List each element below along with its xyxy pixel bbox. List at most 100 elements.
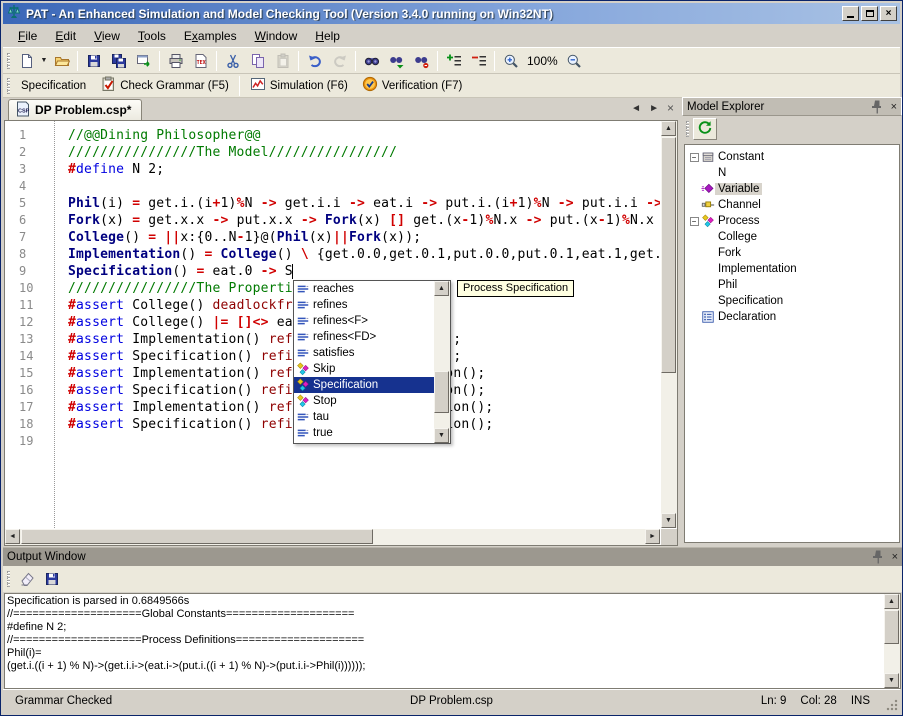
new-dropdown-icon[interactable]: ▼	[39, 49, 49, 72]
close-button[interactable]: ×	[880, 6, 897, 21]
code-line: Implementation() = College() \ {get.0.0,…	[68, 246, 660, 263]
check-grammar-button[interactable]: Check Grammar (F5)	[93, 75, 236, 96]
output-text-panel[interactable]: Specification is parsed in 0.6849566s//=…	[4, 593, 901, 689]
keyword-icon	[296, 313, 310, 329]
save-all-button[interactable]	[106, 49, 131, 72]
menu-view[interactable]: View	[85, 26, 129, 46]
popup-scroll-up-icon[interactable]: ▲	[434, 281, 449, 296]
autocomplete-item[interactable]: refines<F>	[294, 313, 434, 329]
tab-scroll-left-icon[interactable]: ◄	[631, 103, 641, 114]
menu-window[interactable]: Window	[246, 26, 307, 46]
output-scroll-thumb[interactable]	[884, 610, 899, 644]
tree-item-college[interactable]: College	[687, 229, 899, 245]
autocomplete-item[interactable]: Skip	[294, 361, 434, 377]
pin-icon[interactable]	[869, 99, 885, 115]
zoom-in-button[interactable]	[498, 49, 523, 72]
simulation-button[interactable]: Simulation (F6)	[243, 75, 355, 96]
vscroll-thumb[interactable]	[661, 137, 676, 373]
tree-item-fork[interactable]: Fork	[687, 245, 899, 261]
output-scroll-up-icon[interactable]: ▲	[884, 594, 899, 609]
autocomplete-item-label: Skip	[313, 363, 335, 375]
specification-button[interactable]: Specification	[14, 75, 93, 96]
tree-item-channel[interactable]: Channel	[687, 197, 899, 213]
tab-scroll-right-icon[interactable]: ►	[649, 103, 659, 114]
minimize-button[interactable]	[842, 6, 859, 21]
popup-scrollbar[interactable]: ▲ ▼	[434, 281, 450, 443]
output-pin-icon[interactable]	[870, 549, 886, 565]
autocomplete-item-selected[interactable]: Specification	[294, 377, 434, 393]
line-number: 3	[19, 161, 54, 178]
editor-vertical-scrollbar[interactable]: ▲ ▼	[661, 121, 677, 528]
open-button[interactable]	[49, 49, 74, 72]
tree-item-label: Declaration	[715, 311, 779, 323]
indent-button[interactable]	[441, 49, 466, 72]
output-close-icon[interactable]: ×	[892, 551, 898, 563]
popup-scroll-down-icon[interactable]: ▼	[434, 428, 449, 443]
autocomplete-item[interactable]: refines<FD>	[294, 329, 434, 345]
latex-export-button[interactable]: TEX	[188, 49, 213, 72]
find-button[interactable]	[359, 49, 384, 72]
output-line: Phil(i)=	[7, 647, 883, 660]
tree-item-n[interactable]: N	[687, 165, 899, 181]
menu-tools[interactable]: Tools	[129, 26, 175, 46]
scroll-left-icon[interactable]: ◄	[5, 529, 20, 544]
pat-logo-icon	[6, 4, 22, 23]
open-folder-icon	[54, 53, 70, 69]
autocomplete-item[interactable]: reaches	[294, 281, 434, 297]
refresh-button[interactable]	[693, 118, 717, 140]
copy-button[interactable]	[245, 49, 270, 72]
resize-grip[interactable]	[885, 698, 898, 711]
menu-examples[interactable]: Examples	[175, 26, 246, 46]
new-button[interactable]	[14, 49, 39, 72]
tab-close-icon[interactable]: ×	[667, 101, 674, 115]
document-tab[interactable]: CSP DP Problem.csp*	[8, 99, 142, 120]
close-icon[interactable]: ×	[891, 101, 897, 113]
autocomplete-item[interactable]: tau	[294, 409, 434, 425]
hscroll-thumb[interactable]	[21, 529, 373, 544]
menu-file[interactable]: File	[9, 26, 46, 46]
menu-help[interactable]: Help	[306, 26, 349, 46]
autocomplete-item[interactable]: Stop	[294, 393, 434, 409]
tree-item-specification[interactable]: Specification	[687, 293, 899, 309]
tree-item-process[interactable]: −Process	[687, 213, 899, 229]
model-explorer-header: Model Explorer ×	[682, 97, 902, 116]
output-line: Fork(x)=	[7, 686, 883, 687]
tree-collapse-icon[interactable]: −	[690, 153, 699, 162]
export-view-button[interactable]	[131, 49, 156, 72]
tree-collapse-icon[interactable]: −	[690, 217, 699, 226]
scroll-down-icon[interactable]: ▼	[661, 513, 676, 528]
tree-item-variable[interactable]: Variable	[687, 181, 899, 197]
scroll-right-icon[interactable]: ►	[645, 529, 660, 544]
undo-button[interactable]	[302, 49, 327, 72]
variable-icon	[701, 181, 715, 197]
save-output-button[interactable]	[39, 568, 64, 591]
tree-item-constant[interactable]: −Constant	[687, 149, 899, 165]
tree-item-declaration[interactable]: Declaration	[687, 309, 899, 325]
replace-button[interactable]	[409, 49, 434, 72]
autocomplete-item[interactable]: refines	[294, 297, 434, 313]
outdent-button[interactable]	[466, 49, 491, 72]
status-line: Ln: 9	[761, 695, 787, 707]
redo-button	[327, 49, 352, 72]
tree-item-implementation[interactable]: Implementation	[687, 261, 899, 277]
autocomplete-item[interactable]: true	[294, 425, 434, 441]
popup-scroll-thumb[interactable]	[434, 371, 449, 413]
menu-edit[interactable]: Edit	[46, 26, 85, 46]
maximize-button[interactable]	[861, 6, 878, 21]
tree-item-phil[interactable]: Phil	[687, 277, 899, 293]
find-next-button[interactable]	[384, 49, 409, 72]
output-scroll-down-icon[interactable]: ▼	[884, 673, 899, 688]
scroll-up-icon[interactable]: ▲	[661, 121, 676, 136]
autocomplete-item-label: refines<FD>	[313, 331, 376, 343]
refresh-icon	[697, 120, 713, 139]
output-text: Specification is parsed in 0.6849566s//=…	[7, 595, 883, 687]
print-button[interactable]	[163, 49, 188, 72]
output-scrollbar[interactable]: ▲ ▼	[884, 594, 900, 688]
clear-button[interactable]	[14, 568, 39, 591]
verification-button[interactable]: Verification (F7)	[355, 75, 470, 96]
cut-button[interactable]	[220, 49, 245, 72]
autocomplete-item[interactable]: satisfies	[294, 345, 434, 361]
editor-horizontal-scrollbar[interactable]: ◄ ►	[5, 529, 660, 545]
save-button[interactable]	[81, 49, 106, 72]
zoom-out-button[interactable]	[562, 49, 587, 72]
